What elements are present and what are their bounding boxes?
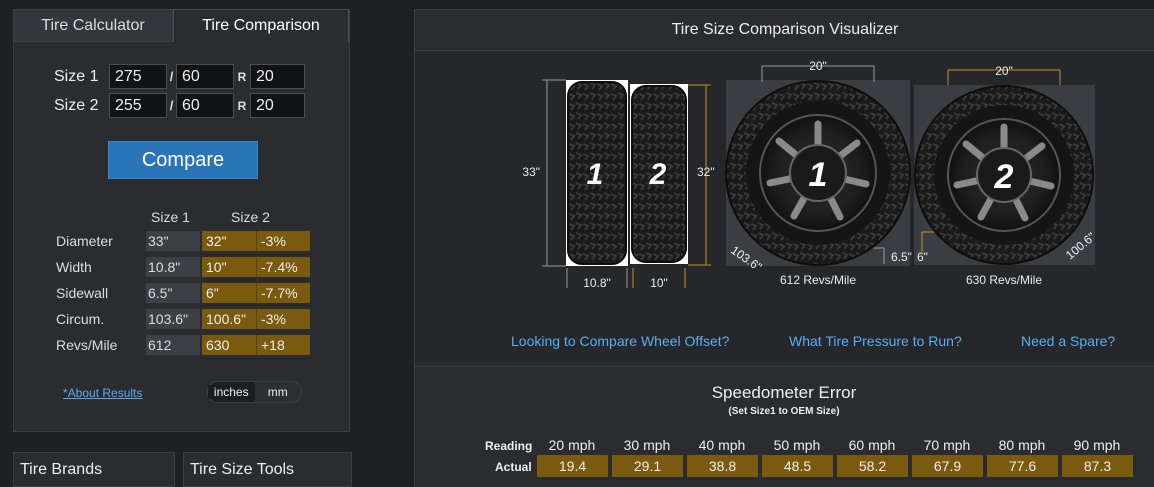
tab-tire-calculator[interactable]: Tire Calculator <box>14 10 173 42</box>
size1-row: Size 1 / R <box>54 64 305 89</box>
col-size1-header: Size 1 <box>151 209 190 225</box>
reading-cell: 30 mph <box>623 437 671 453</box>
tire1-number-label: 1 <box>587 158 604 191</box>
tire1-tread-view: 1 <box>566 80 628 266</box>
row-label: Sidewall <box>56 285 109 301</box>
reading-cell: 40 mph <box>698 437 746 453</box>
size2-label: Size 2 <box>54 96 99 114</box>
tire2-number-label: 2 <box>649 158 667 191</box>
size1-value: 612 <box>146 335 200 355</box>
row-label: Circum. <box>56 311 105 327</box>
actual-row-label: Actual <box>495 460 532 474</box>
reading-cell: 80 mph <box>998 437 1046 453</box>
size1-value: 103.6" <box>146 309 200 329</box>
tab-tire-comparison[interactable]: Tire Comparison <box>173 9 349 42</box>
reading-cell: 50 mph <box>773 437 821 453</box>
actual-cell: 19.4 <box>537 455 608 477</box>
reading-cell: 60 mph <box>848 437 896 453</box>
result-row-width: Width 10.8" 10" -7.4% <box>56 257 310 277</box>
slash-separator: / <box>169 98 174 113</box>
tire-comparison-panel: Tire Calculator Tire Comparison Size 1 /… <box>13 9 350 432</box>
size1-aspect-input[interactable] <box>176 64 234 89</box>
actual-cell: 58.2 <box>837 455 908 477</box>
wheel-offset-link[interactable]: Looking to Compare Wheel Offset? <box>511 333 729 349</box>
row-label: Width <box>56 259 92 275</box>
row-label: Diameter <box>56 233 113 249</box>
about-results-link[interactable]: *About Results <box>63 386 142 400</box>
col-size2-header: Size 2 <box>231 209 270 225</box>
result-row-circumference: Circum. 103.6" 100.6" -3% <box>56 309 310 329</box>
tire-brands-section[interactable]: Tire Brands <box>13 452 175 487</box>
tire-pressure-link[interactable]: What Tire Pressure to Run? <box>789 333 962 349</box>
diff-value: -3% <box>256 309 310 329</box>
tire1-revs-label: 612 Revs/Mile <box>780 273 856 287</box>
reading-cell: 20 mph <box>548 437 596 453</box>
reading-cell: 70 mph <box>923 437 971 453</box>
unit-inches-option[interactable]: inches <box>208 385 255 399</box>
unit-mm-option[interactable]: mm <box>254 382 301 402</box>
result-row-sidewall: Sidewall 6.5" 6" -7.7% <box>56 283 310 303</box>
size2-aspect-input[interactable] <box>176 93 234 118</box>
diff-value: -3% <box>256 231 310 251</box>
slash-separator: / <box>169 69 174 84</box>
tire2-side-number-label: 2 <box>994 158 1014 196</box>
rim-separator: R <box>237 69 247 84</box>
size1-label: Size 1 <box>54 67 99 85</box>
diff-value: -7.7% <box>256 283 310 303</box>
size1-value: 33" <box>146 231 200 251</box>
need-spare-link[interactable]: Need a Spare? <box>1021 333 1115 349</box>
reading-row-label: Reading <box>485 439 533 453</box>
actual-cell: 38.8 <box>687 455 758 477</box>
size2-row: Size 2 / R <box>54 93 305 118</box>
size1-width-input[interactable] <box>109 64 167 89</box>
tire-size-tools-section[interactable]: Tire Size Tools <box>183 452 352 487</box>
size2-value: 10" <box>202 257 256 277</box>
tire1-sidewall-label: 6.5" <box>891 250 912 264</box>
size2-value: 100.6" <box>202 309 256 329</box>
visualizer-title: Tire Size Comparison Visualizer <box>415 10 1154 51</box>
tire1-side-number-label: 1 <box>809 156 828 194</box>
size2-value: 32" <box>202 231 256 251</box>
actual-cell: 77.6 <box>987 455 1058 477</box>
tire-brands-label: Tire Brands <box>20 461 103 478</box>
tire-size-tools-label: Tire Size Tools <box>190 461 295 478</box>
tire2-tread-view: 2 <box>630 84 688 264</box>
size2-value: 6" <box>202 283 256 303</box>
tire1-rim-label: 20" <box>809 59 827 73</box>
tire1-diameter-dimension <box>542 79 566 267</box>
actual-cell: 29.1 <box>612 455 683 477</box>
tire1-diameter-label: 33" <box>522 165 540 179</box>
compare-button[interactable]: Compare <box>108 141 258 179</box>
rim-separator: R <box>237 98 247 113</box>
size2-width-input[interactable] <box>109 93 167 118</box>
tire2-sidewall-label: 6" <box>917 250 928 264</box>
tabs: Tire Calculator Tire Comparison <box>14 9 349 42</box>
speedometer-subtitle: (Set Size1 to OEM Size) <box>728 406 840 417</box>
actual-cell: 87.3 <box>1062 455 1133 477</box>
tire2-rim-label: 20" <box>995 64 1013 78</box>
size2-rim-input[interactable] <box>250 93 305 118</box>
tire1-width-label: 10.8" <box>583 276 611 290</box>
diff-value: +18 <box>256 335 310 355</box>
actual-cell: 48.5 <box>762 455 833 477</box>
tire2-side-view: 2 <box>914 85 1095 265</box>
actual-cell: 67.9 <box>912 455 983 477</box>
tire2-diameter-label: 32" <box>697 165 715 179</box>
unit-toggle[interactable]: inches mm <box>207 381 302 403</box>
size1-value: 10.8" <box>146 257 200 277</box>
tire2-width-label: 10" <box>650 276 668 290</box>
tire1-side-view: 1 <box>725 80 911 266</box>
size1-value: 6.5" <box>146 283 200 303</box>
diff-value: -7.4% <box>256 257 310 277</box>
speedometer-title: Speedometer Error <box>711 383 857 402</box>
row-label: Revs/Mile <box>56 337 118 353</box>
result-row-revs-per-mile: Revs/Mile 612 630 +18 <box>56 335 310 355</box>
size2-value: 630 <box>202 335 256 355</box>
result-row-diameter: Diameter 33" 32" -3% <box>56 231 310 251</box>
reading-cell: 90 mph <box>1073 437 1121 453</box>
tire-visualizer-graphic: 1 2 33" 32" 10.8" 10" 1 20" 6.5" 103.6" … <box>522 59 1098 290</box>
size1-rim-input[interactable] <box>250 64 305 89</box>
tire2-revs-label: 630 Revs/Mile <box>966 273 1042 287</box>
